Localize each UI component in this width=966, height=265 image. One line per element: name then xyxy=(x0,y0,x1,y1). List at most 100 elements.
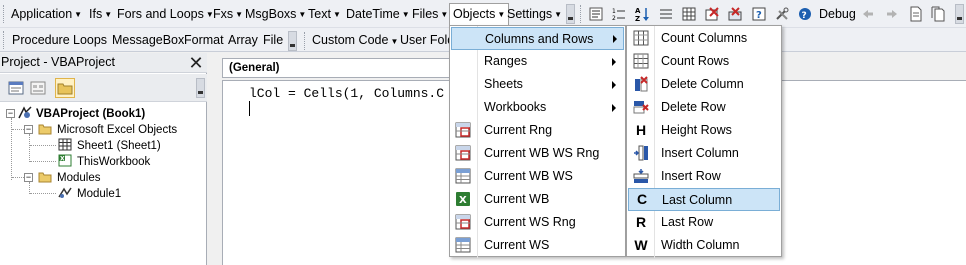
menu-application[interactable]: Application ▼ xyxy=(11,6,82,23)
delete-column-icon xyxy=(635,76,648,92)
menu-item-current-wb-ws[interactable]: Current WB WS xyxy=(450,165,625,188)
document-copy-icon[interactable] xyxy=(930,5,946,23)
tree-line xyxy=(11,118,12,180)
toolbar-grip[interactable] xyxy=(580,5,583,23)
toolbar-overflow-chevron[interactable] xyxy=(566,4,575,24)
toolbar-custom-code[interactable]: Custom Code ▼ xyxy=(312,32,398,49)
menu-item-delete-row[interactable]: Delete Row xyxy=(627,96,781,119)
custom-code-label: Custom Code xyxy=(312,33,389,47)
code-line-1: lCol = Cells(1, Columns.C xyxy=(249,86,445,101)
help-icon[interactable]: ? xyxy=(751,5,767,23)
menu-item-label: Workbooks xyxy=(484,100,547,114)
menu-item-width-column[interactable]: W Width Column xyxy=(627,234,781,257)
menu-item-current-ws[interactable]: Current WS xyxy=(450,234,625,257)
list-icon[interactable] xyxy=(658,5,674,23)
menu-objects[interactable]: Objects ▼ xyxy=(449,3,510,26)
folder-icon xyxy=(38,122,52,135)
delete-icon[interactable] xyxy=(704,5,720,23)
tree-sheet1[interactable]: Sheet1 (Sheet1) xyxy=(77,138,161,154)
excel-icon: X xyxy=(456,192,470,206)
view-object-button[interactable] xyxy=(28,78,48,98)
menu-item-current-ws-rng[interactable]: Current WS Rng xyxy=(450,211,625,234)
dropdown-arrow-icon: ▼ xyxy=(298,10,307,19)
toolbar-user-folder[interactable]: User Fold xyxy=(400,32,454,49)
menu-item-insert-row[interactable]: Insert Row xyxy=(627,165,781,188)
dropdown-arrow-icon: ▼ xyxy=(440,10,449,19)
project-explorer-toolbar xyxy=(0,74,207,102)
menu-item-count-rows[interactable]: Count Rows xyxy=(627,50,781,73)
toolbar-grip[interactable] xyxy=(3,5,6,23)
close-icon[interactable]: ✕ xyxy=(187,54,205,72)
submenu-arrow-icon xyxy=(612,104,616,112)
menu-item-label: Delete Column xyxy=(661,77,744,91)
toolbar-format[interactable]: Format xyxy=(184,32,224,49)
menu-item-sheets[interactable]: Sheets xyxy=(450,73,625,96)
menu-item-label: Sheets xyxy=(484,77,523,91)
tree-thisworkbook[interactable]: ThisWorkbook xyxy=(77,154,150,170)
workbook-icon: X xyxy=(58,154,72,167)
tree-modules[interactable]: Modules xyxy=(57,170,100,186)
menu-item-current-rng[interactable]: Current Rng xyxy=(450,119,625,142)
menu-item-ranges[interactable]: Ranges xyxy=(450,50,625,73)
document-icon[interactable] xyxy=(908,5,924,23)
object-combo[interactable]: (General) xyxy=(222,58,458,78)
menu-item-current-wb-ws-rng[interactable]: Current WB WS Rng xyxy=(450,142,625,165)
project-explorer-titlebar: Project - VBAProject ✕ xyxy=(0,53,207,73)
menu-fxs[interactable]: Fxs ▼ xyxy=(213,6,243,23)
sort-az-icon[interactable]: AZ xyxy=(634,5,650,23)
tree-excel-objects[interactable]: Microsoft Excel Objects xyxy=(57,122,177,138)
menu-item-count-columns[interactable]: Count Columns xyxy=(627,27,781,50)
range-icon xyxy=(455,214,471,230)
remove-icon[interactable] xyxy=(727,5,743,23)
tree-collapse-icon[interactable]: − xyxy=(6,109,15,118)
back-arrow-icon[interactable] xyxy=(860,5,876,23)
menu-item-insert-column[interactable]: Insert Column xyxy=(627,142,781,165)
numbered-list-icon[interactable]: 12 xyxy=(611,5,627,23)
toolbar-procedure[interactable]: Procedure xyxy=(12,32,70,49)
tree-collapse-icon[interactable]: − xyxy=(24,125,33,134)
menu-item-workbooks[interactable]: Workbooks xyxy=(450,96,625,119)
menu-msgboxs[interactable]: MsgBoxs ▼ xyxy=(245,6,306,23)
submenu-arrow-icon xyxy=(612,58,616,66)
menu-datetime[interactable]: DateTime ▼ xyxy=(346,6,410,23)
toolbar-messagebox[interactable]: MessageBox xyxy=(112,32,184,49)
tools-icon[interactable] xyxy=(774,5,790,23)
menu-item-last-column[interactable]: C Last Column xyxy=(628,188,780,211)
toolbar-overflow-chevron[interactable] xyxy=(955,4,964,24)
menu-item-columns-and-rows[interactable]: Columns and Rows xyxy=(451,27,624,50)
menu-label: Application xyxy=(11,7,73,21)
menu-item-label: Count Columns xyxy=(661,31,748,45)
menu-item-delete-column[interactable]: Delete Column xyxy=(627,73,781,96)
svg-text:A: A xyxy=(635,7,641,15)
insert-row-icon xyxy=(633,169,649,183)
dropdown-arrow-icon: ▼ xyxy=(74,10,83,19)
toolbar-grip[interactable] xyxy=(304,32,307,50)
h-letter-icon: H xyxy=(635,122,647,138)
toolbar-array[interactable]: Array xyxy=(228,32,258,49)
forward-arrow-icon[interactable] xyxy=(884,5,900,23)
view-code-button[interactable] xyxy=(6,78,26,98)
toolbar-overflow-chevron[interactable] xyxy=(196,78,205,98)
tree-root-vbaproject[interactable]: VBAProject (Book1) xyxy=(36,106,145,122)
menu-files[interactable]: Files ▼ xyxy=(412,6,448,23)
toolbar-loops[interactable]: Loops xyxy=(73,32,107,49)
toolbar-file[interactable]: File xyxy=(263,32,283,49)
debug-label[interactable]: Debug xyxy=(819,6,856,23)
menu-item-height-rows[interactable]: H Height Rows xyxy=(627,119,781,142)
grid-icon[interactable] xyxy=(681,5,697,23)
tree-module1[interactable]: Module1 xyxy=(77,186,121,202)
tree-collapse-icon[interactable]: − xyxy=(24,173,33,182)
menu-item-label: Insert Column xyxy=(661,146,739,160)
toggle-folders-button[interactable] xyxy=(55,78,75,98)
menu-item-current-wb[interactable]: X Current WB xyxy=(450,188,625,211)
toolbar-overflow-chevron[interactable] xyxy=(288,31,297,51)
menu-text[interactable]: Text ▼ xyxy=(308,6,341,23)
comment-block-icon[interactable] xyxy=(588,5,604,23)
toolbar-grip[interactable] xyxy=(3,31,6,49)
menu-fors-and-loops[interactable]: Fors and Loops ▼ xyxy=(117,6,214,23)
menu-ifs[interactable]: Ifs ▼ xyxy=(89,6,112,23)
menu-item-label: Current WB WS Rng xyxy=(484,146,600,160)
menu-settings[interactable]: Settings ▼ xyxy=(507,6,562,23)
menu-item-last-row[interactable]: R Last Row xyxy=(627,211,781,234)
info-circle-icon[interactable]: ? xyxy=(797,5,813,23)
